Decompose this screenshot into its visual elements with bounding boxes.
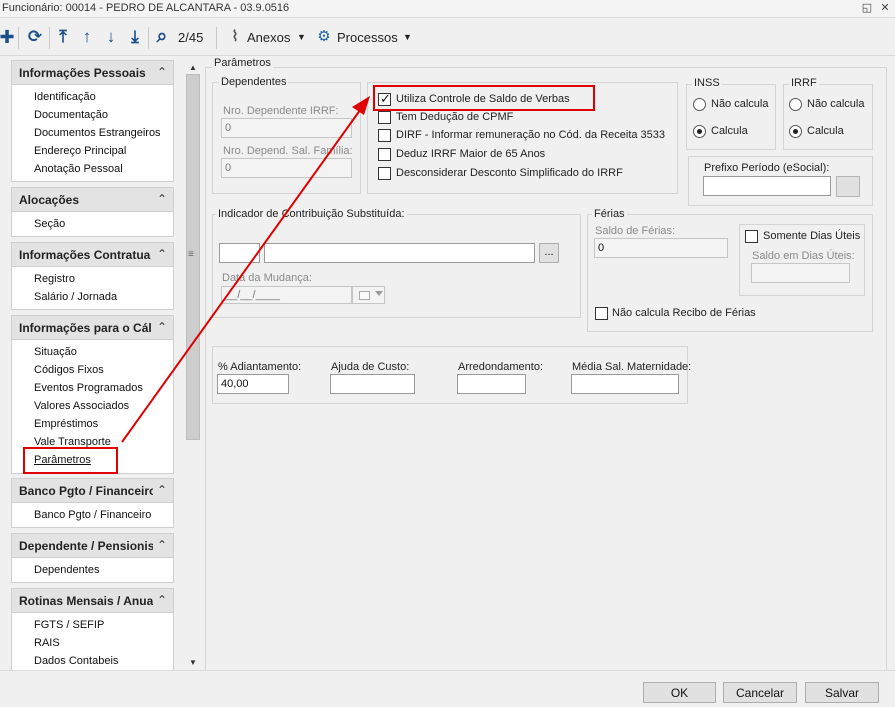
ok-button[interactable]: OK bbox=[643, 682, 716, 703]
annotation-arrow bbox=[121, 96, 370, 443]
cancel-button[interactable]: Cancelar bbox=[723, 682, 797, 703]
arrow-shaft bbox=[121, 105, 364, 443]
arrow-head bbox=[352, 96, 370, 115]
save-button[interactable]: Salvar bbox=[805, 682, 879, 703]
